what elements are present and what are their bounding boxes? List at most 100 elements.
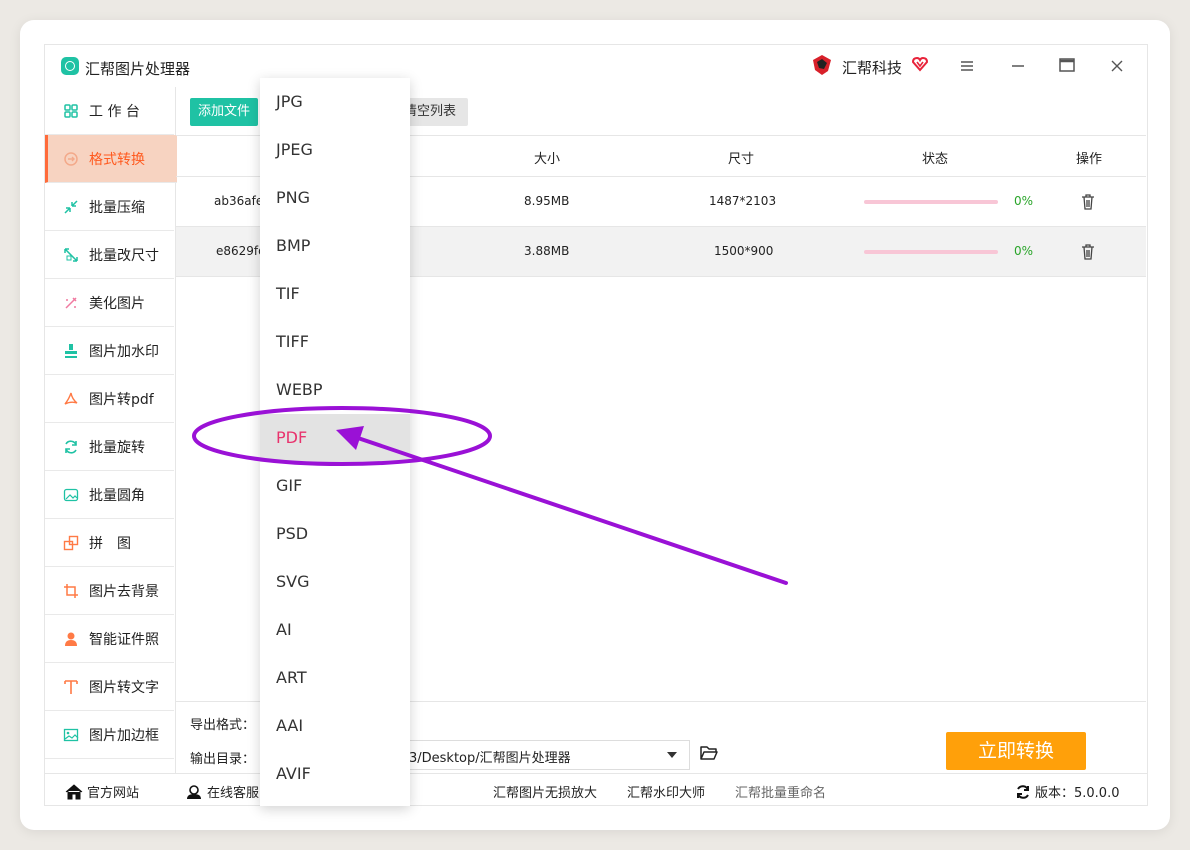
sidebar-item-label: 批量改尺寸 (89, 247, 159, 264)
sidebar-item-beautify[interactable]: 美化图片 (45, 279, 174, 327)
format-option-aai[interactable]: AAI (260, 702, 410, 750)
header-actions: 操作 (1076, 152, 1103, 167)
format-option-label: PNG (276, 188, 311, 207)
sidebar-item-workbench[interactable]: 工 作 台 (45, 87, 174, 135)
vip-heart-icon[interactable] (911, 55, 929, 73)
brand-logo-icon (813, 55, 831, 75)
trash-icon[interactable] (1081, 194, 1095, 210)
app-title: 汇帮图片处理器 (85, 60, 191, 78)
file-size: 8.95MB (524, 194, 570, 208)
format-dropdown: JPG JPEG PNG BMP TIF TIFF WEBP PDF GIF P… (260, 78, 410, 806)
customer-service-icon (187, 784, 201, 799)
format-option-svg[interactable]: SVG (260, 558, 410, 606)
sidebar-item-puzzle[interactable]: 拼 图 (45, 519, 174, 567)
file-name: ab36afe (214, 194, 264, 208)
footer-link-upscale[interactable]: 汇帮图片无损放大 (493, 782, 597, 801)
sidebar-item-watermark[interactable]: 图片加水印 (45, 327, 174, 375)
format-option-label: WEBP (276, 380, 323, 399)
footer-link-rename[interactable]: 汇帮批量重命名 (735, 782, 826, 801)
title-bar: 汇帮图片处理器 汇帮科技 (45, 45, 1147, 87)
sidebar-item-label: 工 作 台 (89, 103, 140, 120)
format-option-label: JPEG (276, 140, 313, 159)
sidebar-item-label: 图片去背景 (89, 583, 159, 600)
sidebar-item-rounded[interactable]: 批量圆角 (45, 471, 174, 519)
format-option-label: SVG (276, 572, 310, 591)
sidebar-item-rotate[interactable]: 批量旋转 (45, 423, 174, 471)
rotate-icon (65, 439, 77, 454)
image-frame-icon (63, 728, 79, 741)
chevron-down-icon (667, 752, 677, 758)
footer-link-label: 汇帮批量重命名 (735, 786, 827, 801)
beautify-icon (65, 296, 77, 309)
format-option-tif[interactable]: TIF (260, 270, 410, 318)
online-service-label: 在线客服 (207, 786, 260, 801)
format-option-psd[interactable]: PSD (260, 510, 410, 558)
format-option-tiff[interactable]: TIFF (260, 318, 410, 366)
brand-name: 汇帮科技 (842, 59, 903, 77)
sidebar-item-label: 批量旋转 (89, 439, 145, 456)
format-option-jpeg[interactable]: JPEG (260, 126, 410, 174)
format-option-label: AVIF (276, 764, 311, 783)
format-option-gif[interactable]: GIF (260, 462, 410, 510)
footer: 官方网站 在线客服 汇帮图片无损放大 汇帮水印大师 汇帮批量重命名 版本：5.0… (45, 773, 1147, 806)
sidebar-item-ocr[interactable]: 图片转文字 (45, 663, 174, 711)
sidebar-item-label: 图片加水印 (89, 343, 159, 360)
progress-percent: 0% (1014, 244, 1034, 258)
format-option-art[interactable]: ART (260, 654, 410, 702)
format-option-avif[interactable]: AVIF (260, 750, 410, 798)
sidebar-item-to-pdf[interactable]: 图片转pdf (45, 375, 174, 423)
convert-now-button[interactable]: 立即转换 (946, 732, 1086, 770)
format-option-label: AI (276, 620, 292, 639)
refresh-icon (1017, 784, 1029, 799)
add-file-button[interactable]: 添加文件 (190, 98, 258, 126)
maximize-icon[interactable] (1055, 55, 1079, 79)
format-option-jpg[interactable]: JPG (260, 78, 410, 126)
progress-bar (864, 200, 998, 204)
sidebar-item-label: 智能证件照 (89, 631, 159, 648)
folder-open-icon[interactable] (700, 745, 718, 761)
format-option-webp[interactable]: WEBP (260, 366, 410, 414)
output-dir-value: 3/Desktop/汇帮图片处理器 (409, 751, 571, 766)
format-option-label: TIFF (276, 332, 309, 351)
sidebar-item-resize[interactable]: 批量改尺寸 (45, 231, 174, 279)
sidebar-item-frame[interactable]: 图片加边框 (45, 711, 174, 759)
format-option-bmp[interactable]: BMP (260, 222, 410, 270)
rounded-corner-icon (63, 488, 79, 501)
footer-link-watermark[interactable]: 汇帮水印大师 (627, 782, 705, 801)
minimize-icon[interactable] (1006, 55, 1030, 79)
format-option-label: AAI (276, 716, 304, 735)
sidebar-item-remove-bg[interactable]: 图片去背景 (45, 567, 174, 615)
format-option-label: JPG (276, 92, 303, 111)
grid-icon (64, 103, 78, 118)
format-option-pdf[interactable]: PDF (260, 414, 410, 462)
trash-icon[interactable] (1081, 244, 1095, 260)
official-site-link[interactable]: 官方网站 (65, 782, 139, 801)
sidebar-item-label: 批量压缩 (89, 199, 145, 216)
sidebar-item-id-photo[interactable]: 智能证件照 (45, 615, 174, 663)
puzzle-icon (63, 535, 79, 550)
online-service-link[interactable]: 在线客服 (185, 782, 259, 801)
home-icon (65, 783, 83, 799)
sidebar-item-label: 美化图片 (89, 295, 145, 312)
format-option-png[interactable]: PNG (260, 174, 410, 222)
output-dir-select[interactable]: 3/Desktop/汇帮图片处理器 (402, 740, 690, 770)
format-option-label: PSD (276, 524, 309, 543)
format-option-label: TIF (276, 284, 300, 303)
format-option-label: PDF (276, 428, 308, 447)
sidebar-item-label: 图片加边框 (89, 727, 159, 744)
close-icon[interactable] (1105, 55, 1129, 79)
sidebar-item-format-convert[interactable]: 格式转换 (45, 135, 177, 183)
sidebar-item-compress[interactable]: 批量压缩 (45, 183, 174, 231)
menu-icon[interactable] (955, 55, 979, 79)
format-option-label: ART (276, 668, 307, 687)
format-option-ai[interactable]: AI (260, 606, 410, 654)
resize-icon (64, 247, 78, 262)
format-convert-icon (64, 151, 78, 166)
sidebar-item-label: 拼 图 (89, 535, 131, 552)
sidebar-item-label: 图片转pdf (89, 391, 154, 408)
progress-percent: 0% (1014, 194, 1034, 208)
file-dimensions: 1500*900 (714, 244, 774, 258)
sidebar-item-label: 批量圆角 (89, 487, 145, 504)
file-size: 3.88MB (524, 244, 570, 258)
official-site-label: 官方网站 (87, 786, 140, 801)
